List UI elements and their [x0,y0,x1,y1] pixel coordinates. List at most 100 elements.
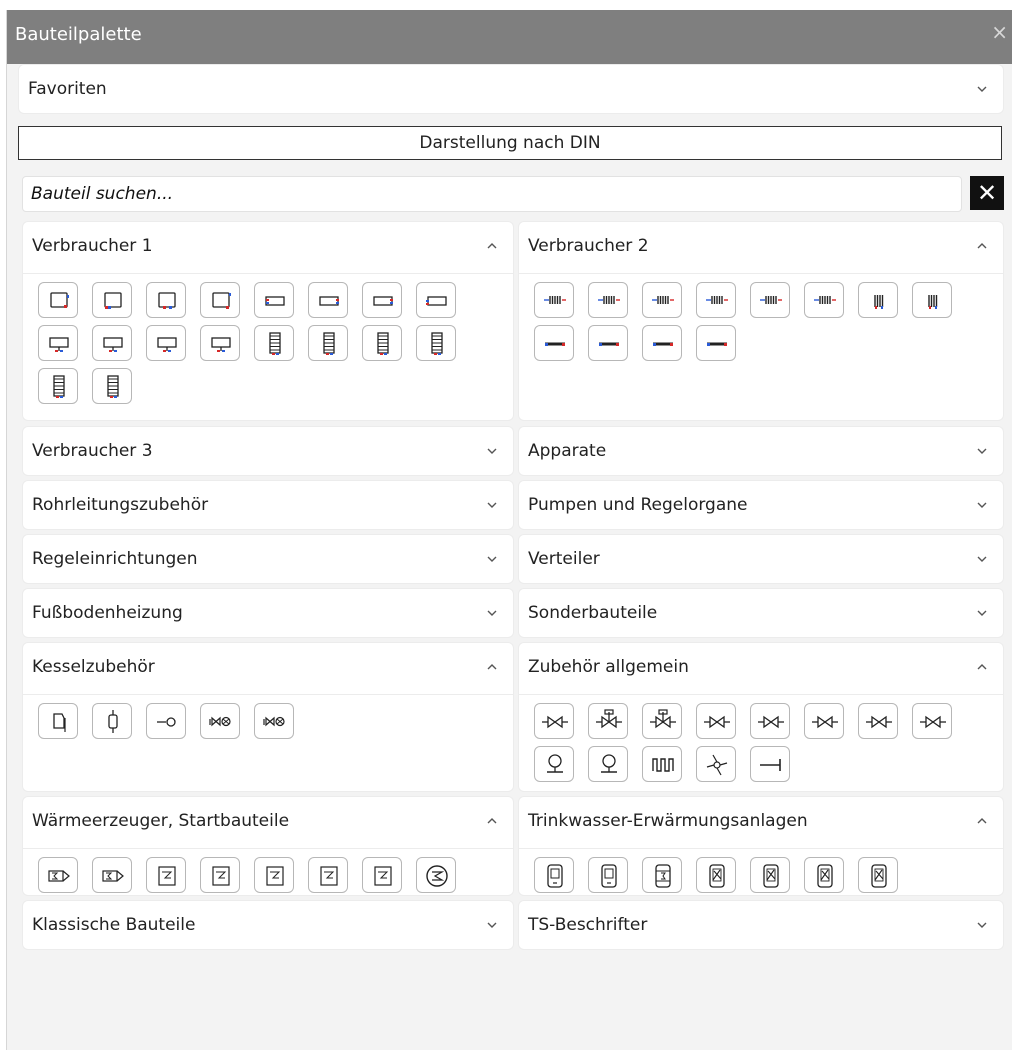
section-header-fussbodenheizung[interactable]: Fußbodenheizung [23,589,513,639]
chevron-down-icon[interactable] [975,918,989,932]
title-bar[interactable]: Bauteilpalette × [7,10,1012,64]
floor-convector-4-icon[interactable] [200,325,240,361]
floor-convector-3-icon[interactable] [146,325,186,361]
tower-radiator-5-icon[interactable] [38,368,78,404]
section-pumpen[interactable]: Pumpen und Regelorgane [518,480,1004,530]
pipe-coil-3-icon[interactable] [642,325,682,361]
heat-source-2-icon[interactable] [92,857,132,893]
chevron-down-icon[interactable] [975,444,989,458]
section-header-waermeerzeuger[interactable]: Wärmeerzeuger, Startbauteile [23,797,513,847]
section-header-apparate[interactable]: Apparate [519,427,1003,477]
chevron-down-icon[interactable] [485,606,499,620]
boiler-2-icon[interactable] [200,857,240,893]
gauge-2-icon[interactable] [588,746,628,782]
pipe-coil-icon[interactable] [534,325,574,361]
section-trinkwasser[interactable]: Trinkwasser-Erwärmungsanlagen [518,796,1004,896]
tower-radiator-2-icon[interactable] [308,325,348,361]
favorites-panel[interactable]: Favoriten [18,64,1004,114]
valve-6-icon[interactable] [804,703,844,739]
chevron-up-icon[interactable] [485,814,499,828]
chevron-down-icon[interactable] [975,82,989,96]
boiler-3-icon[interactable] [254,857,294,893]
radiator-bottom-left-icon[interactable] [92,282,132,318]
fan-icon[interactable] [696,746,736,782]
section-header-verbraucher2[interactable]: Verbraucher 2 [519,222,1003,272]
boiler-valve-2-icon[interactable] [254,703,294,739]
chevron-down-icon[interactable] [485,552,499,566]
tower-radiator-icon[interactable] [254,325,294,361]
section-klassische[interactable]: Klassische Bauteile [22,900,514,950]
chevron-up-icon[interactable] [485,239,499,253]
chevron-up-icon[interactable] [975,814,989,828]
boiler-icon[interactable] [146,857,186,893]
tower-radiator-6-icon[interactable] [92,368,132,404]
valve-7-icon[interactable] [858,703,898,739]
sectional-radiator-5-icon[interactable] [750,282,790,318]
sectional-radiator-3-icon[interactable] [642,282,682,318]
chevron-up-icon[interactable] [485,660,499,674]
component-search-input[interactable] [22,176,962,212]
sectional-radiator-6-icon[interactable] [804,282,844,318]
sensor-probe-icon[interactable] [146,703,186,739]
section-fussbodenheizung[interactable]: Fußbodenheizung [22,588,514,638]
section-header-verbraucher1[interactable]: Verbraucher 1 [23,222,513,272]
sectional-radiator-7-icon[interactable] [858,282,898,318]
water-heater-7-icon[interactable] [858,857,898,893]
chevron-down-icon[interactable] [975,498,989,512]
chevron-down-icon[interactable] [485,444,499,458]
boiler-valve-icon[interactable] [200,703,240,739]
convector-left-icon[interactable] [416,282,456,318]
valve-4-icon[interactable] [696,703,736,739]
valve-8-icon[interactable] [912,703,952,739]
section-header-kesselzubehoer[interactable]: Kesselzubehör [23,643,513,693]
chevron-down-icon[interactable] [975,552,989,566]
section-header-verbraucher3[interactable]: Verbraucher 3 [23,427,513,477]
tower-radiator-3-icon[interactable] [362,325,402,361]
section-header-zubehoer[interactable]: Zubehör allgemein [519,643,1003,693]
floor-convector-2-icon[interactable] [92,325,132,361]
section-header-pumpen[interactable]: Pumpen und Regelorgane [519,481,1003,531]
section-ts_beschrifter[interactable]: TS-Beschrifter [518,900,1004,950]
heat-pump-icon[interactable] [416,857,456,893]
chevron-down-icon[interactable] [975,606,989,620]
section-kesselzubehoer[interactable]: Kesselzubehör [22,642,514,792]
expansion-vessel-icon[interactable] [38,703,78,739]
section-header-regeleinrichtungen[interactable]: Regeleinrichtungen [23,535,513,585]
chevron-down-icon[interactable] [485,918,499,932]
valve-5-icon[interactable] [750,703,790,739]
floor-convector-icon[interactable] [38,325,78,361]
section-rohrleitungszubehoer[interactable]: Rohrleitungszubehör [22,480,514,530]
din-display-button[interactable]: Darstellung nach DIN [18,126,1002,160]
pipe-coil-4-icon[interactable] [696,325,736,361]
pipe-coil-2-icon[interactable] [588,325,628,361]
boiler-5-icon[interactable] [362,857,402,893]
water-heater-5-icon[interactable] [750,857,790,893]
valve-2-icon[interactable] [588,703,628,739]
chevron-up-icon[interactable] [975,660,989,674]
radiator-left-icon[interactable] [38,282,78,318]
sectional-radiator-icon[interactable] [534,282,574,318]
section-zubehoer[interactable]: Zubehör allgemein [518,642,1004,792]
section-header-ts_beschrifter[interactable]: TS-Beschrifter [519,901,1003,951]
convector-red-icon[interactable] [254,282,294,318]
gauge-icon[interactable] [534,746,574,782]
convector-right-icon[interactable] [362,282,402,318]
clear-search-icon[interactable]: ✕ [970,176,1004,210]
radiator-bottom-icon[interactable] [146,282,186,318]
water-heater-icon[interactable] [534,857,574,893]
tower-radiator-4-icon[interactable] [416,325,456,361]
heat-source-icon[interactable] [38,857,78,893]
section-header-rohrleitungszubehoer[interactable]: Rohrleitungszubehör [23,481,513,531]
section-verbraucher1[interactable]: Verbraucher 1 [22,221,514,421]
water-heater-3-icon[interactable] [642,857,682,893]
heating-coil-icon[interactable] [642,746,682,782]
sectional-radiator-8-icon[interactable] [912,282,952,318]
section-verteiler[interactable]: Verteiler [518,534,1004,584]
favorites-header[interactable]: Favoriten [19,65,1003,115]
convector-icon[interactable] [308,282,348,318]
water-heater-6-icon[interactable] [804,857,844,893]
arrow-right-icon[interactable] [750,746,790,782]
section-verbraucher2[interactable]: Verbraucher 2 [518,221,1004,421]
sectional-radiator-4-icon[interactable] [696,282,736,318]
section-waermeerzeuger[interactable]: Wärmeerzeuger, Startbauteile [22,796,514,896]
